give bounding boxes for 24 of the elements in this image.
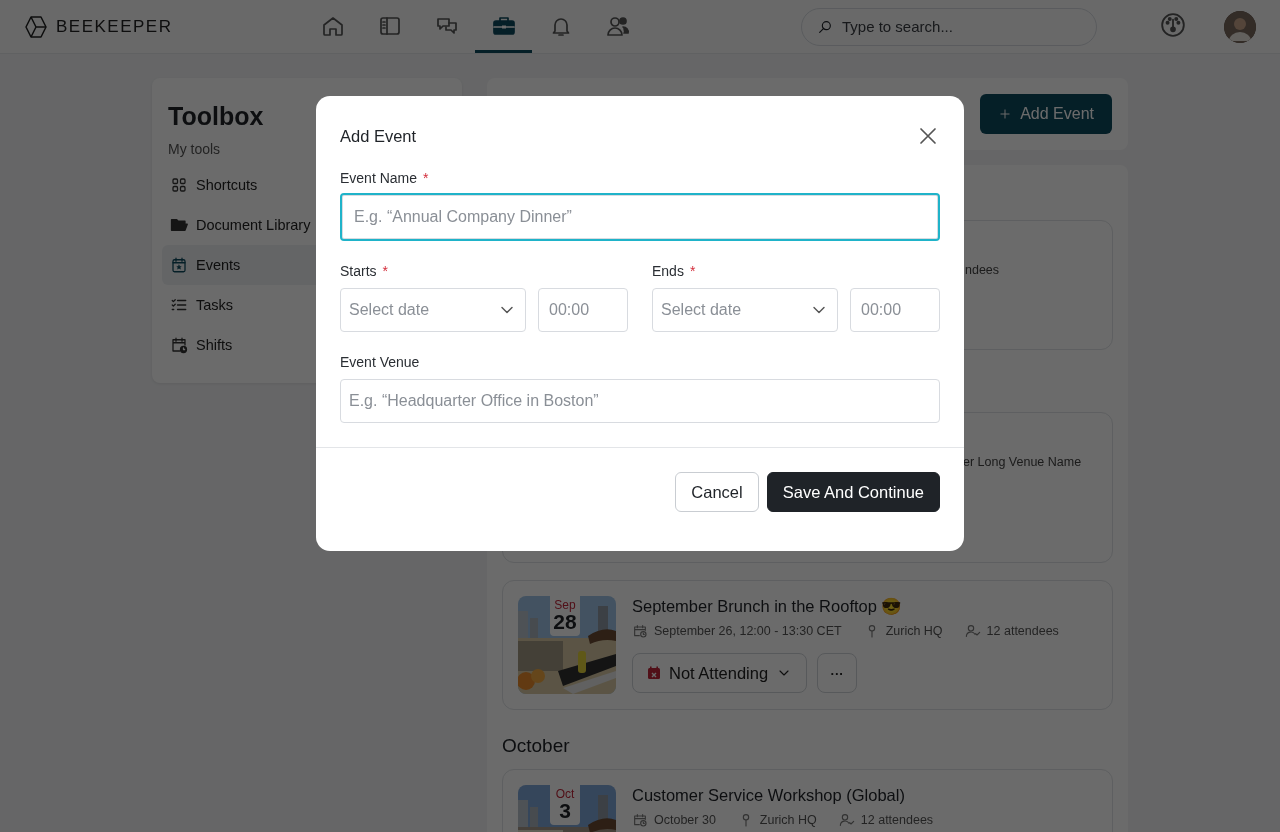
sidebar-subtitle: My tools — [168, 141, 222, 157]
event-attendees: 12 attendees — [860, 813, 934, 827]
event-meta: ndees — [965, 263, 1000, 277]
sidebar-title: Toolbox — [168, 102, 265, 131]
date-badge: Oct 3 — [550, 785, 580, 825]
event-attendees: 12 attendees — [986, 624, 1059, 638]
event-title: September Brunch in the Rooftop 😎 — [632, 597, 904, 616]
event-meta: er Long Venue Name — [963, 455, 1082, 469]
event-title: Customer Service Workshop (Global) — [632, 786, 906, 805]
logo-text: BEEKEEPER — [56, 16, 173, 37]
required-mark: * — [423, 170, 429, 186]
field-label: Starts — [340, 263, 377, 279]
dialog-title: Add Event — [340, 126, 417, 146]
event-date: September 26, 12:00 - 13:30 CET — [654, 624, 842, 638]
event-venue: Zurich HQ — [885, 624, 943, 638]
field-label: Ends — [652, 263, 684, 279]
event-venue: Zurich HQ — [759, 813, 817, 827]
required-mark: * — [689, 263, 696, 279]
month-heading: October — [502, 735, 571, 757]
required-mark: * — [382, 263, 389, 279]
field-label: Event Venue — [340, 354, 420, 370]
date-badge: Sep 28 — [550, 596, 580, 636]
event-date: October 30 — [654, 813, 716, 827]
field-label: Event Name — [340, 170, 418, 186]
